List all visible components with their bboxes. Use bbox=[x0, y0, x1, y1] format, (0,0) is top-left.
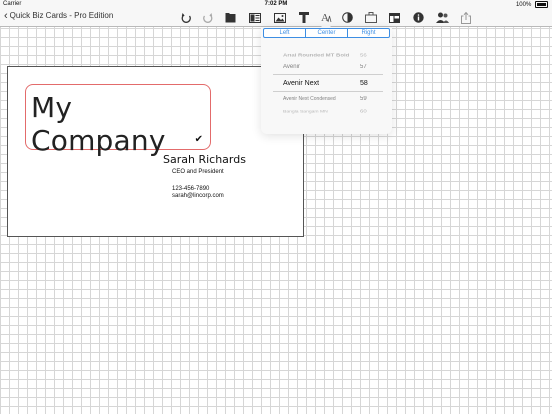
alignment-segmented-control: Left Center Right bbox=[263, 28, 390, 38]
undo-icon[interactable] bbox=[179, 10, 193, 25]
nav-bar: ‹ Quick Biz Cards - Pro Edition A bbox=[0, 9, 552, 27]
font-name: Avenir Next bbox=[283, 80, 320, 87]
text-format-popover: Left Center Right Arial Rounded MT Bold … bbox=[261, 27, 392, 134]
folder-icon[interactable] bbox=[223, 10, 237, 25]
layout-icon[interactable] bbox=[248, 10, 262, 25]
font-name: Avenir bbox=[283, 64, 300, 70]
checkmark-handle-icon[interactable]: ✔ bbox=[195, 134, 203, 145]
share-icon[interactable] bbox=[459, 10, 473, 25]
people-icon[interactable] bbox=[435, 10, 449, 25]
picker-row-selected[interactable]: Avenir Next 58 bbox=[261, 80, 392, 90]
status-bar: Carrier 7:02 PM 100% bbox=[0, 0, 552, 9]
redo-icon[interactable] bbox=[200, 10, 214, 25]
selection-divider-bottom bbox=[273, 91, 383, 92]
selection-divider-top bbox=[273, 74, 383, 75]
person-name[interactable]: Sarah Richards bbox=[163, 153, 246, 166]
template-icon[interactable] bbox=[387, 10, 401, 25]
font-name: Arial Rounded MT Bold bbox=[283, 53, 350, 58]
phone-number[interactable]: 123-456-7890 bbox=[172, 186, 209, 192]
font-size: 60 bbox=[360, 109, 367, 114]
picker-row[interactable]: Avenir 57 bbox=[261, 64, 392, 74]
image-icon[interactable] bbox=[273, 10, 287, 25]
company-name: My Company bbox=[31, 91, 166, 157]
align-left-button[interactable]: Left bbox=[264, 29, 305, 37]
briefcase-icon[interactable] bbox=[364, 10, 378, 25]
business-card[interactable]: My Company ✔ Sarah Richards CEO and Pres… bbox=[7, 66, 304, 237]
font-size: 58 bbox=[360, 80, 368, 87]
font-name: Bangla Sangam MN bbox=[283, 109, 328, 114]
align-center-button[interactable]: Center bbox=[305, 29, 347, 37]
shape-icon[interactable] bbox=[297, 10, 311, 25]
font-size: 57 bbox=[360, 64, 367, 70]
font-size: 56 bbox=[360, 53, 367, 58]
picker-row[interactable]: Bangla Sangam MN 60 bbox=[261, 110, 392, 117]
picker-row[interactable]: Arial Rounded MT Bold 56 bbox=[261, 54, 392, 61]
person-title[interactable]: CEO and President bbox=[172, 169, 224, 175]
info-icon[interactable] bbox=[411, 10, 425, 25]
font-size: 59 bbox=[360, 96, 367, 102]
company-text-box[interactable]: My Company ✔ bbox=[25, 84, 211, 157]
picker-row[interactable]: Avenir Next Condensed 59 bbox=[261, 96, 392, 106]
font-picker[interactable]: Arial Rounded MT Bold 56 Avenir 57 Aveni… bbox=[261, 43, 392, 134]
email-address[interactable]: sarah@lincorp.com bbox=[172, 193, 224, 199]
battery-percent: 100% bbox=[515, 2, 532, 9]
font-name: Avenir Next Condensed bbox=[283, 96, 336, 102]
contrast-icon[interactable] bbox=[340, 10, 354, 25]
battery-icon bbox=[535, 1, 548, 8]
battery-status: 100% bbox=[516, 1, 548, 8]
align-right-button[interactable]: Right bbox=[347, 29, 389, 37]
clock: 7:02 PM bbox=[264, 1, 288, 7]
toolbar: A bbox=[0, 10, 552, 25]
